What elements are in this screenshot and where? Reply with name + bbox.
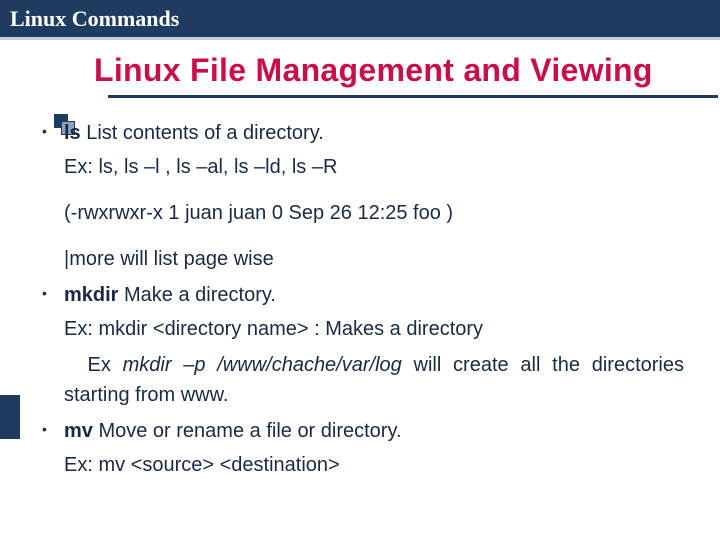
header-bar: Linux Commands [0, 0, 720, 40]
ex-prefix: Ex [88, 354, 123, 376]
cmd-name: mkdir [64, 284, 118, 306]
list-item: ls List contents of a directory. [36, 118, 684, 148]
cmd-desc: List contents of a directory. [81, 122, 324, 144]
example-line: (-rwxrwxr-x 1 juan juan 0 Sep 26 12:25 f… [36, 198, 684, 228]
ex-italic: mkdir –p /www/chache/var/log [123, 354, 402, 376]
content: ls List contents of a directory. Ex: ls,… [0, 98, 720, 480]
cmd-desc: Move or rename a file or directory. [93, 420, 402, 442]
sidebar-accent [0, 395, 20, 439]
cmd-desc: Make a directory. [118, 284, 275, 306]
title-underline [108, 95, 718, 98]
page-title: Linux File Management and Viewing [94, 52, 720, 89]
list-item: mkdir Make a directory. [36, 280, 684, 310]
example-line: Ex: mkdir <directory name> : Makes a dir… [36, 314, 684, 344]
cmd-name: mv [64, 420, 93, 442]
example-line: Ex: ls, ls –l , ls –al, ls –ld, ls –R [36, 152, 684, 182]
title-area: Linux File Management and Viewing [0, 40, 720, 98]
list-item: mv Move or rename a file or directory. [36, 416, 684, 446]
cmd-name: ls [64, 122, 81, 144]
example-line: |more will list page wise [36, 244, 684, 274]
example-line: Ex mkdir –p /www/chache/var/log will cre… [36, 350, 684, 410]
header-title: Linux Commands [10, 6, 179, 32]
example-line: Ex: mv <source> <destination> [36, 450, 684, 480]
